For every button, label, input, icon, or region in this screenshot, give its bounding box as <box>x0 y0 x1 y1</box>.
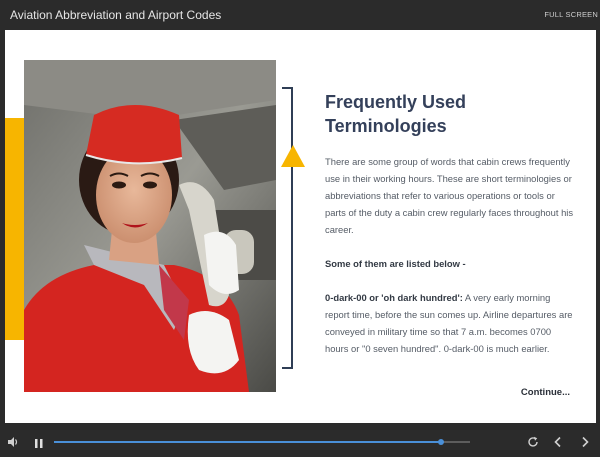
pause-icon[interactable] <box>34 436 44 454</box>
term-definition: 0-dark-00 or 'oh dark hundred': A very e… <box>325 289 575 357</box>
term-label: 0-dark-00 or 'oh dark hundred': <box>325 292 463 303</box>
progress-thumb[interactable] <box>437 439 444 445</box>
player-controls <box>0 423 600 457</box>
flight-attendant-photo <box>24 60 276 392</box>
app-title: Aviation Abbreviation and Airport Codes <box>10 8 222 22</box>
fullscreen-button[interactable]: FULL SCREEN <box>544 10 598 19</box>
heading-line-1: Frequently Used <box>325 92 467 112</box>
slide-body: There are some group of words that cabin… <box>325 153 575 374</box>
heading-line-2: Terminologies <box>325 116 447 136</box>
progress-fill <box>54 441 441 443</box>
continue-button[interactable]: Continue... <box>521 387 570 398</box>
list-intro: Some of them are listed below - <box>325 258 466 269</box>
triangle-marker <box>281 145 305 167</box>
slide: Frequently Used Terminologies There are … <box>5 30 596 423</box>
chevron-right-icon[interactable] <box>580 435 590 453</box>
progress-track[interactable] <box>54 439 470 445</box>
top-bar: Aviation Abbreviation and Airport Codes … <box>0 0 600 30</box>
intro-paragraph: There are some group of words that cabin… <box>325 156 574 235</box>
slide-heading: Frequently Used Terminologies <box>325 90 525 138</box>
flight-attendant-illustration <box>24 60 276 392</box>
replay-icon[interactable] <box>527 435 539 453</box>
bracket-decoration <box>282 87 293 369</box>
volume-icon[interactable] <box>7 435 19 453</box>
chevron-left-icon[interactable] <box>553 435 563 453</box>
accent-bar <box>5 118 24 340</box>
